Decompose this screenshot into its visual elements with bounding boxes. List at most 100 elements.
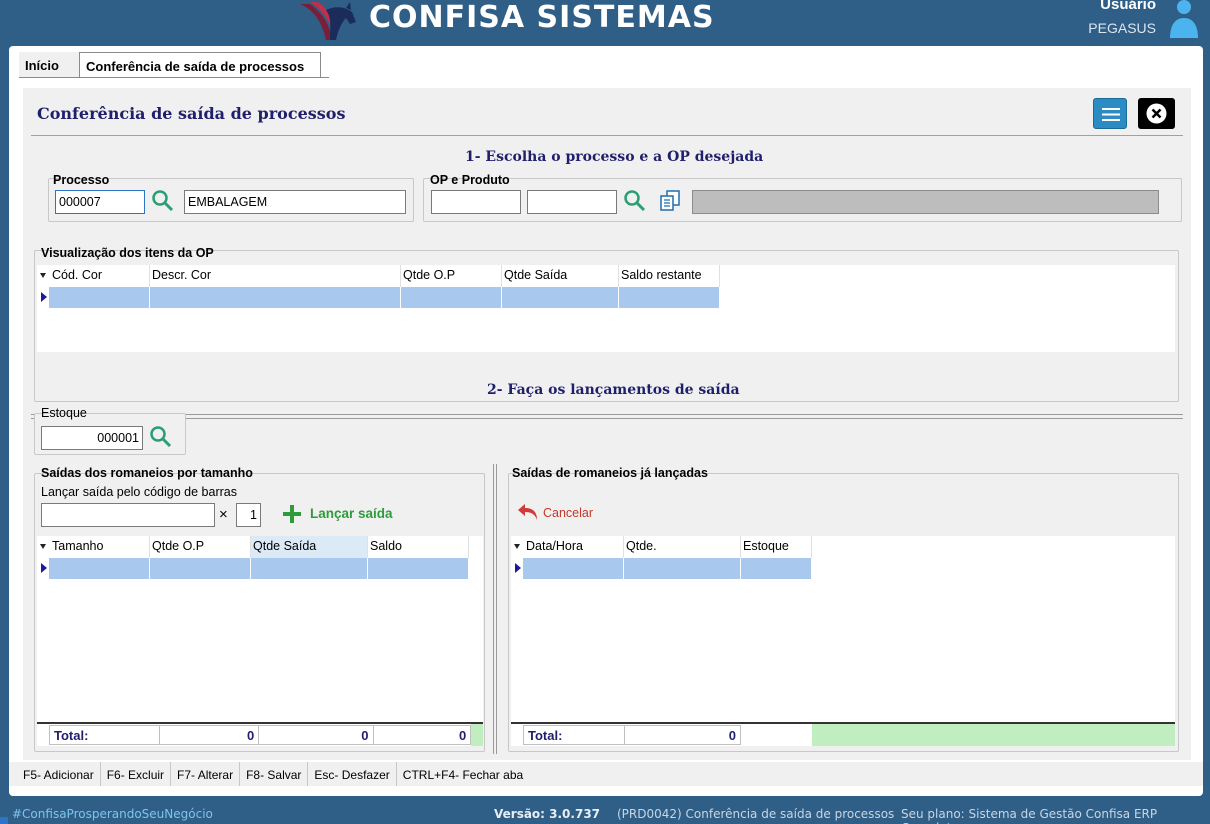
romaneios-label: Saídas dos romaneios por tamanho (41, 466, 253, 480)
total-status-cell (471, 724, 483, 746)
grid-header: Cód. Cor Descr. Cor Qtde O.P Qtde Saída … (49, 265, 720, 287)
quantity-input[interactable]: 1 (236, 503, 261, 527)
shortcut-adicionar: F5- Adicionar (21, 762, 101, 786)
sort-down-icon (40, 544, 46, 549)
step2-title: 2- Faça os lançamentos de saída (487, 382, 740, 398)
col-tamanho[interactable]: Tamanho (49, 536, 150, 558)
estoque-input[interactable]: 000001 (41, 426, 143, 450)
total-label: Total: (523, 725, 624, 745)
search-icon[interactable] (151, 189, 175, 213)
top-bar: CONFISA SISTEMAS Usuário PEGASUS (0, 0, 1210, 46)
section-separator (31, 414, 1183, 415)
table-cell[interactable] (150, 558, 251, 579)
romaneios-total-bar: Total: 0 0 0 (37, 722, 483, 746)
op-label: OP e Produto (430, 173, 510, 187)
version-label: Versão: 3.0.737 (494, 807, 601, 821)
total-saldo: 0 (372, 725, 472, 745)
copy-documents-icon[interactable] (659, 189, 681, 213)
col-qtde[interactable]: Qtde. (624, 536, 741, 558)
col-cod-cor[interactable]: Cód. Cor (49, 265, 150, 287)
lancadas-total-bar: Total: 0 (511, 722, 1175, 746)
panel-divider (493, 464, 497, 754)
col-qtde-op[interactable]: Qtde O.P (150, 536, 251, 558)
main-window: Início Conferência de saída de processos… (9, 46, 1203, 796)
tab-inicio[interactable]: Início (19, 52, 79, 78)
table-cell[interactable] (502, 287, 619, 308)
table-cell[interactable] (624, 558, 741, 579)
processo-code-input[interactable]: 000007 (55, 190, 145, 214)
col-estoque[interactable]: Estoque (741, 536, 812, 558)
pegasus-logo-icon (300, 2, 356, 40)
op-input[interactable] (431, 190, 521, 214)
produto-input[interactable] (527, 190, 617, 214)
table-cell[interactable] (368, 558, 469, 579)
shortcut-excluir: F6- Excluir (105, 762, 172, 786)
plan-label: Seu plano: Sistema de Gestão Confisa ERP… (901, 807, 1158, 824)
tab-conferencia[interactable]: Conferência de saída de processos (79, 52, 321, 78)
processo-name-input[interactable]: EMBALAGEM (184, 190, 406, 214)
shortcut-fechar-aba: CTRL+F4- Fechar aba (402, 768, 524, 782)
col-descr-cor[interactable]: Descr. Cor (150, 265, 401, 287)
table-row[interactable] (49, 287, 720, 308)
col-data-hora[interactable]: Data/Hora (523, 536, 624, 558)
col-saldo-restante[interactable]: Saldo restante (619, 265, 720, 287)
lancadas-label: Saídas de romaneios já lançadas (512, 466, 708, 480)
step1-title: 1- Escolha o processo e a OP desejada (465, 149, 764, 165)
table-cell[interactable] (251, 558, 368, 579)
romaneios-grid[interactable]: Tamanho Qtde O.P Qtde Saída Saldo (37, 536, 483, 722)
hamburger-icon (1102, 108, 1120, 121)
itens-op-grid[interactable]: Cód. Cor Descr. Cor Qtde O.P Qtde Saída … (37, 265, 1175, 352)
sort-down-icon (40, 273, 46, 278)
table-row[interactable] (523, 558, 812, 579)
screen-id-label: (PRD0042) Conferência de saída de proces… (617, 807, 895, 821)
table-cell[interactable] (619, 287, 720, 308)
shortcut-alterar: F7- Alterar (175, 762, 241, 786)
table-row[interactable] (49, 558, 469, 579)
itens-op-label: Visualização dos itens da OP (41, 246, 214, 260)
col-qtde-op[interactable]: Qtde O.P (401, 265, 502, 287)
table-cell[interactable] (401, 287, 502, 308)
search-icon[interactable] (623, 189, 647, 213)
status-bar: #ConfisaProsperandoSeuNegócio Versão: 3.… (0, 802, 1210, 824)
total-spacer (741, 724, 812, 746)
total-qtde: 0 (624, 725, 741, 745)
table-cell[interactable] (49, 287, 150, 308)
user-name: PEGASUS (1088, 20, 1156, 36)
table-cell[interactable] (150, 287, 401, 308)
table-cell[interactable] (741, 558, 812, 579)
page-title: Conferência de saída de processos (37, 104, 346, 123)
undo-arrow-icon[interactable] (516, 502, 540, 522)
total-qtde-op: 0 (159, 725, 259, 745)
estoque-label: Estoque (41, 406, 87, 420)
total-qtde-saida: 0 (258, 725, 373, 745)
title-separator (31, 135, 1183, 136)
table-cell[interactable] (523, 558, 624, 579)
corner-marker (0, 817, 8, 824)
col-qtde-saida[interactable]: Qtde Saída (502, 265, 619, 287)
col-saldo[interactable]: Saldo (368, 536, 469, 558)
col-qtde-saida[interactable]: Qtde Saída (251, 536, 368, 558)
grid-header: Data/Hora Qtde. Estoque (523, 536, 812, 558)
user-avatar-icon[interactable] (1168, 0, 1200, 38)
tab-underline (19, 77, 329, 78)
hashtag-link[interactable]: #ConfisaProsperandoSeuNegócio (12, 807, 213, 821)
close-button[interactable] (1138, 98, 1175, 129)
shortcut-salvar: F8- Salvar (244, 762, 309, 786)
section-separator (31, 418, 1183, 419)
barcode-label: Lançar saída pelo código de barras (41, 485, 237, 499)
op-description-field (692, 190, 1159, 214)
grid-header: Tamanho Qtde O.P Qtde Saída Saldo (49, 536, 469, 558)
brand-title: CONFISA SISTEMAS (369, 0, 715, 35)
lancar-saida-button[interactable]: Lançar saída (310, 506, 393, 521)
sort-down-icon (514, 544, 520, 549)
close-icon (1146, 103, 1167, 124)
lancadas-grid[interactable]: Data/Hora Qtde. Estoque (511, 536, 1175, 722)
cancelar-button[interactable]: Cancelar (543, 506, 593, 520)
plus-icon[interactable] (282, 504, 302, 524)
table-cell[interactable] (49, 558, 150, 579)
content-panel: Conferência de saída de processos 1- Esc… (23, 88, 1191, 760)
menu-button[interactable] (1093, 98, 1127, 129)
row-indicator-icon (515, 563, 521, 573)
search-icon[interactable] (149, 425, 173, 449)
barcode-input[interactable] (41, 503, 215, 527)
